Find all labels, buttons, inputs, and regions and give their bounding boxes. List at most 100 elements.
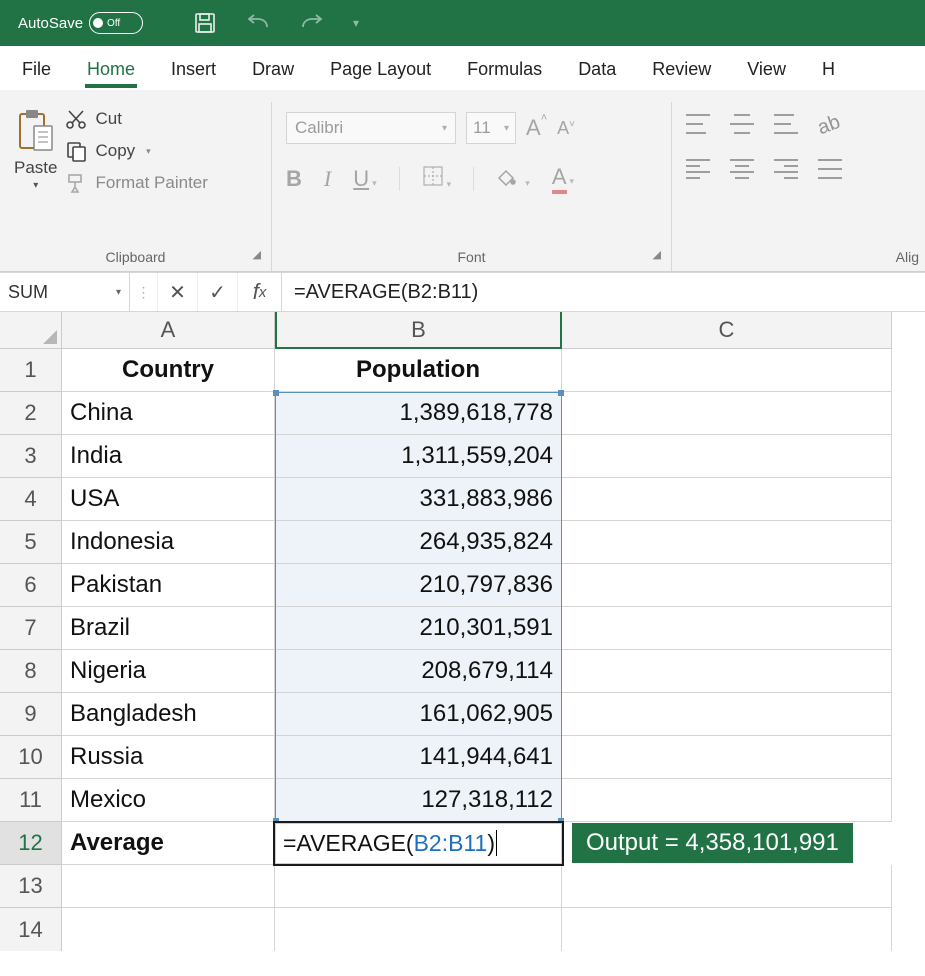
- borders-button[interactable]: ▾: [422, 165, 452, 193]
- cell-a2[interactable]: China: [62, 392, 275, 435]
- cell-a14[interactable]: [62, 908, 275, 951]
- cell-c5[interactable]: [562, 521, 892, 564]
- customize-qat-icon[interactable]: ▾: [353, 16, 359, 30]
- copy-button[interactable]: Copy ▾: [65, 140, 207, 162]
- cell-c4[interactable]: [562, 478, 892, 521]
- cell-a8[interactable]: Nigeria: [62, 650, 275, 693]
- cell-b13[interactable]: [275, 865, 562, 908]
- tab-data[interactable]: Data: [576, 51, 618, 90]
- row-header[interactable]: 12: [0, 822, 62, 865]
- save-icon[interactable]: [193, 11, 217, 35]
- align-left-button[interactable]: [686, 159, 710, 179]
- cell-a4[interactable]: USA: [62, 478, 275, 521]
- formula-bar-input[interactable]: =AVERAGE(B2:B11): [282, 273, 925, 311]
- font-dialog-launcher-icon[interactable]: ◢: [653, 248, 661, 261]
- row-header[interactable]: 14: [0, 908, 62, 951]
- select-all-corner[interactable]: [0, 312, 62, 349]
- row-header[interactable]: 11: [0, 779, 62, 822]
- cell-c3[interactable]: [562, 435, 892, 478]
- enter-formula-button[interactable]: ✓: [198, 273, 238, 311]
- cell-b5[interactable]: 264,935,824: [275, 521, 562, 564]
- cell-a10[interactable]: Russia: [62, 736, 275, 779]
- align-bottom-button[interactable]: [774, 114, 798, 134]
- tab-view[interactable]: View: [745, 51, 788, 90]
- cut-button[interactable]: Cut: [65, 108, 207, 130]
- row-header[interactable]: 5: [0, 521, 62, 564]
- italic-button[interactable]: I: [324, 166, 331, 192]
- tab-file[interactable]: File: [20, 51, 53, 90]
- cell-b6[interactable]: 210,797,836: [275, 564, 562, 607]
- redo-icon[interactable]: [299, 13, 325, 33]
- cell-b8[interactable]: 208,679,114: [275, 650, 562, 693]
- cell-c11[interactable]: [562, 779, 892, 822]
- font-color-button[interactable]: A▾: [552, 164, 574, 194]
- cell-c14[interactable]: [562, 908, 892, 951]
- name-box[interactable]: SUM ▾: [0, 273, 130, 311]
- cell-b7[interactable]: 210,301,591: [275, 607, 562, 650]
- cell-b10[interactable]: 141,944,641: [275, 736, 562, 779]
- row-header[interactable]: 2: [0, 392, 62, 435]
- row-header[interactable]: 9: [0, 693, 62, 736]
- bold-button[interactable]: B: [286, 166, 302, 192]
- decrease-indent-button[interactable]: [818, 159, 842, 179]
- cell-b9[interactable]: 161,062,905: [275, 693, 562, 736]
- cell-c13[interactable]: [562, 865, 892, 908]
- cell-b12-active[interactable]: =AVERAGE(B2:B11): [275, 822, 562, 865]
- cell-c7[interactable]: [562, 607, 892, 650]
- tab-draw[interactable]: Draw: [250, 51, 296, 90]
- cell-b4[interactable]: 331,883,986: [275, 478, 562, 521]
- format-painter-button[interactable]: Format Painter: [65, 172, 207, 194]
- column-header-b[interactable]: B: [275, 312, 562, 349]
- cell-c6[interactable]: [562, 564, 892, 607]
- tab-formulas[interactable]: Formulas: [465, 51, 544, 90]
- tab-page-layout[interactable]: Page Layout: [328, 51, 433, 90]
- cell-c2[interactable]: [562, 392, 892, 435]
- cell-a5[interactable]: Indonesia: [62, 521, 275, 564]
- cell-a1[interactable]: Country: [62, 349, 275, 392]
- clipboard-dialog-launcher-icon[interactable]: ◢: [253, 248, 261, 261]
- decrease-font-size-button[interactable]: A˅: [557, 118, 575, 139]
- row-header[interactable]: 13: [0, 865, 62, 908]
- underline-button[interactable]: U▾: [353, 166, 376, 192]
- increase-font-size-button[interactable]: A˄: [526, 115, 547, 141]
- tab-review[interactable]: Review: [650, 51, 713, 90]
- cell-a13[interactable]: [62, 865, 275, 908]
- cell-c1[interactable]: [562, 349, 892, 392]
- tab-help-partial[interactable]: H: [820, 51, 837, 90]
- tab-home[interactable]: Home: [85, 51, 137, 90]
- cell-a3[interactable]: India: [62, 435, 275, 478]
- row-header[interactable]: 1: [0, 349, 62, 392]
- cell-a6[interactable]: Pakistan: [62, 564, 275, 607]
- cell-b14[interactable]: [275, 908, 562, 951]
- undo-icon[interactable]: [245, 13, 271, 33]
- cell-a11[interactable]: Mexico: [62, 779, 275, 822]
- row-header[interactable]: 10: [0, 736, 62, 779]
- cell-a7[interactable]: Brazil: [62, 607, 275, 650]
- align-right-button[interactable]: [774, 159, 798, 179]
- cancel-formula-button[interactable]: ✕: [158, 273, 198, 311]
- align-center-button[interactable]: [730, 159, 754, 179]
- cell-b1[interactable]: Population: [275, 349, 562, 392]
- cell-b3[interactable]: 1,311,559,204: [275, 435, 562, 478]
- fill-color-button[interactable]: ▾: [496, 166, 530, 192]
- cell-b11[interactable]: 127,318,112: [275, 779, 562, 822]
- cell-b2[interactable]: 1,389,618,778: [275, 392, 562, 435]
- font-size-selector[interactable]: 11 ▾: [466, 112, 516, 144]
- font-name-selector[interactable]: Calibri ▾: [286, 112, 456, 144]
- row-header[interactable]: 3: [0, 435, 62, 478]
- cell-a9[interactable]: Bangladesh: [62, 693, 275, 736]
- cell-c10[interactable]: [562, 736, 892, 779]
- cell-a12[interactable]: Average: [62, 822, 275, 865]
- cell-c9[interactable]: [562, 693, 892, 736]
- align-middle-button[interactable]: [730, 114, 754, 134]
- autosave-toggle-group[interactable]: AutoSave Off: [18, 12, 143, 34]
- row-header[interactable]: 7: [0, 607, 62, 650]
- autosave-toggle[interactable]: Off: [89, 12, 143, 34]
- cell-c8[interactable]: [562, 650, 892, 693]
- paste-button[interactable]: Paste ▾: [14, 102, 57, 194]
- paste-dropdown-icon[interactable]: ▾: [33, 180, 38, 191]
- tab-insert[interactable]: Insert: [169, 51, 218, 90]
- column-header-c[interactable]: C: [562, 312, 892, 349]
- copy-dropdown-icon[interactable]: ▾: [146, 146, 151, 157]
- row-header[interactable]: 8: [0, 650, 62, 693]
